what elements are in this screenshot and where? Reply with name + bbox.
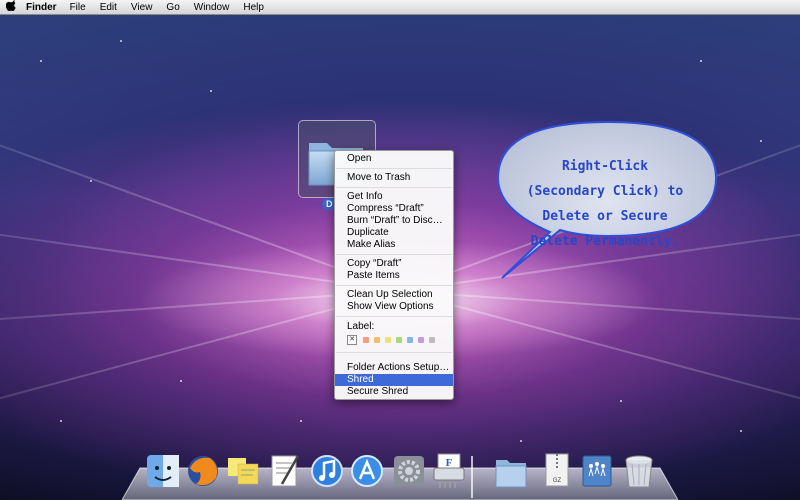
dock-system-preferences-icon[interactable] <box>392 452 426 490</box>
menu-item-paste-items[interactable]: Paste Items <box>335 270 453 282</box>
menu-view[interactable]: View <box>124 2 160 13</box>
speech-bubble <box>496 120 718 279</box>
menu-bar: Finder File Edit View Go Window Help <box>0 0 800 15</box>
dock-shredder-app-icon[interactable]: F <box>432 452 466 490</box>
menu-item-clean-up-selection[interactable]: Clean Up Selection <box>335 289 453 301</box>
menu-go[interactable]: Go <box>159 2 186 13</box>
label-swatch-red[interactable] <box>374 337 380 343</box>
menu-separator <box>336 187 452 188</box>
menu-help[interactable]: Help <box>236 2 271 13</box>
menu-edit[interactable]: Edit <box>93 2 124 13</box>
dock-itunes-icon[interactable] <box>310 452 344 490</box>
dock-textedit-icon[interactable] <box>268 452 302 490</box>
callout-line-4: Delete Permanently. <box>530 234 680 249</box>
apple-menu-icon[interactable] <box>0 0 22 14</box>
label-swatch-orange[interactable] <box>363 337 369 343</box>
callout-line-2: (Secondary Click) to <box>526 184 684 199</box>
dock-finder-icon[interactable] <box>146 452 180 490</box>
menu-item-open[interactable]: Open <box>335 153 453 165</box>
dock-trash-icon[interactable] <box>622 452 656 490</box>
menu-item-secure-shred[interactable]: Secure Shred <box>335 386 453 398</box>
label-none-swatch[interactable]: ✕ <box>347 335 357 345</box>
callout-line-1: Right-Click <box>561 159 649 174</box>
callout-line-3: Delete or Secure <box>542 209 668 224</box>
zip-archive-label: GZ <box>553 478 562 484</box>
context-menu: Open Move to Trash Get Info Compress “Dr… <box>334 150 454 400</box>
menu-separator <box>336 168 452 169</box>
menu-item-burn-to-disc[interactable]: Burn “Draft” to Disc… <box>335 215 453 227</box>
menu-item-copy[interactable]: Copy “Draft” <box>335 258 453 270</box>
menu-item-move-to-trash[interactable]: Move to Trash <box>335 172 453 184</box>
menu-item-folder-actions-setup[interactable]: Folder Actions Setup… <box>335 362 453 374</box>
menu-item-make-alias[interactable]: Make Alias <box>335 239 453 251</box>
label-swatch-blue[interactable] <box>407 337 413 343</box>
menu-item-show-view-options[interactable]: Show View Options <box>335 301 453 313</box>
menu-window[interactable]: Window <box>187 2 237 13</box>
dock-documents-folder-icon[interactable] <box>494 452 528 490</box>
label-swatch-purple[interactable] <box>418 337 424 343</box>
menu-separator <box>336 254 452 255</box>
dock-zip-archive-icon[interactable]: GZ <box>540 452 574 490</box>
label-swatch-gray[interactable] <box>429 337 435 343</box>
dock-stickies-icon[interactable] <box>226 452 260 490</box>
label-swatch-green[interactable] <box>396 337 402 343</box>
menu-item-compress[interactable]: Compress “Draft” <box>335 203 453 215</box>
dock-firefox-icon[interactable] <box>186 452 220 490</box>
dock-app-store-icon[interactable] <box>350 452 384 490</box>
label-swatch-yellow[interactable] <box>385 337 391 343</box>
menu-file[interactable]: File <box>63 2 93 13</box>
menu-item-duplicate[interactable]: Duplicate <box>335 227 453 239</box>
label-header: Label: <box>347 321 375 332</box>
svg-text:F: F <box>446 457 453 469</box>
dock-network-drive-icon[interactable] <box>580 452 614 490</box>
menu-separator <box>336 316 452 317</box>
menu-separator <box>336 285 452 286</box>
menu-finder[interactable]: Finder <box>22 2 63 13</box>
menu-item-get-info[interactable]: Get Info <box>335 191 453 203</box>
menu-item-shred[interactable]: Shred <box>335 374 453 386</box>
menu-separator <box>336 352 452 353</box>
